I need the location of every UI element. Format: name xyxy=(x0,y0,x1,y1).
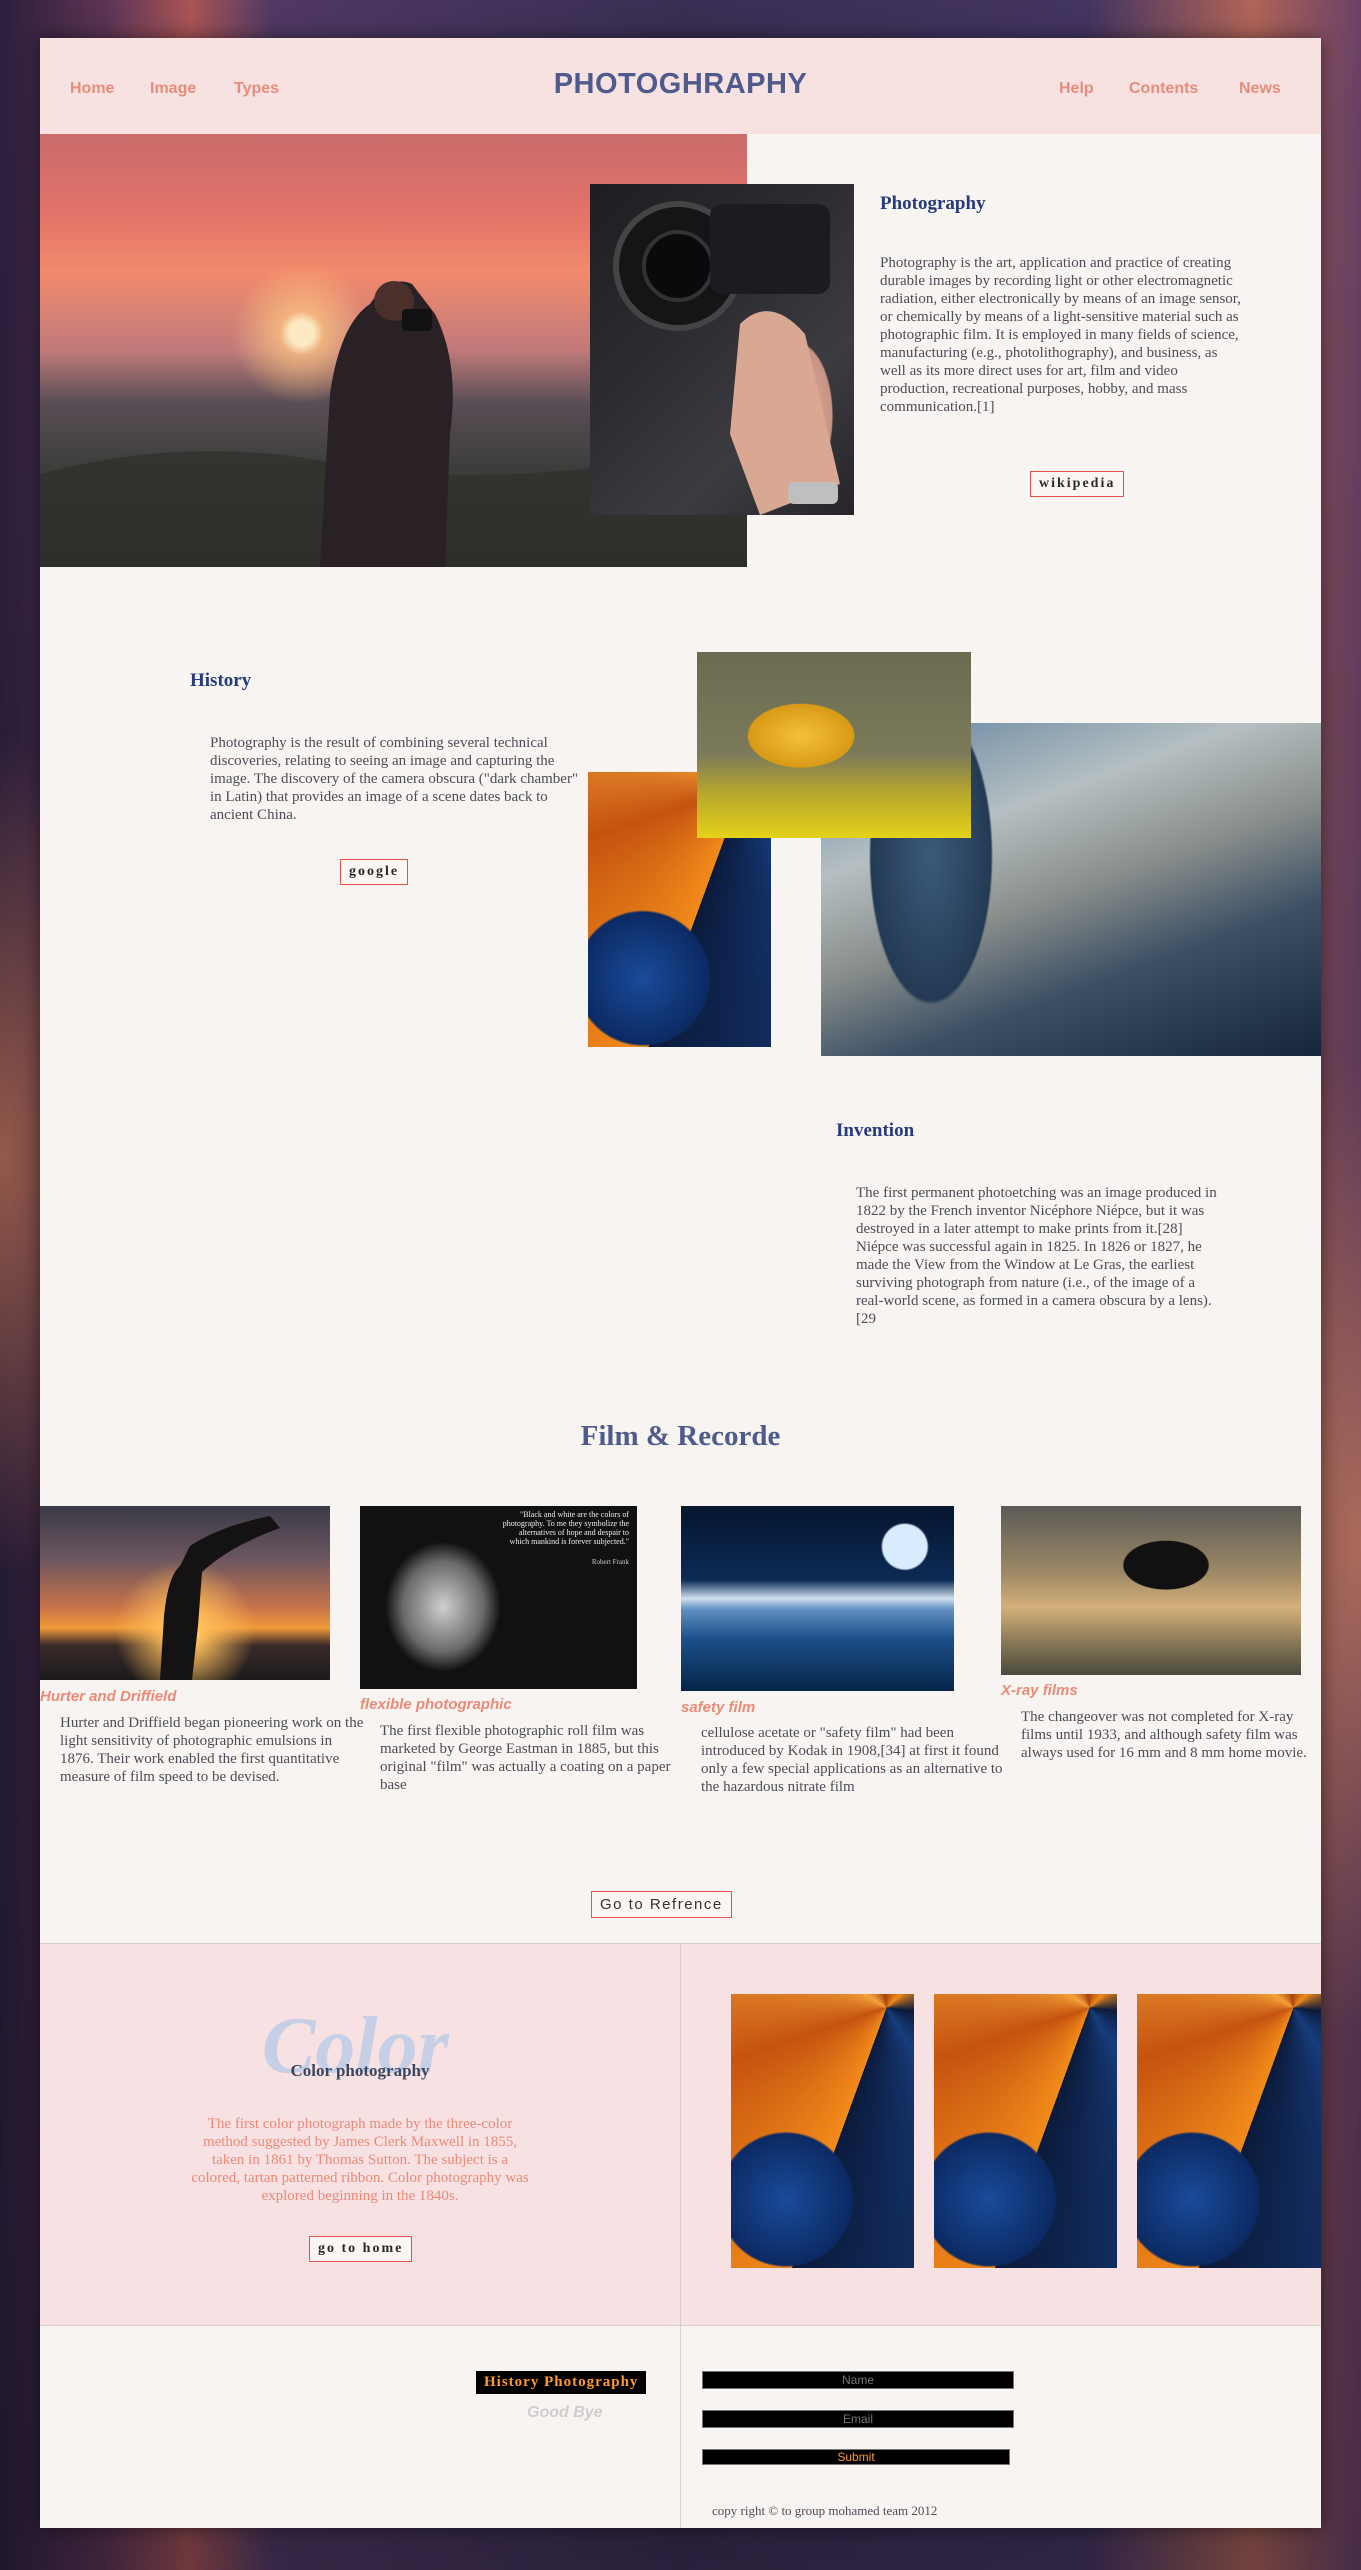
color-image-2 xyxy=(934,1994,1117,2268)
film-card-4-image xyxy=(1001,1506,1301,1675)
film-card-3-title: safety film xyxy=(681,1699,756,1716)
submit-button[interactable]: Submit xyxy=(702,2449,1010,2465)
film-heading: Film & Recorde xyxy=(580,1420,781,1452)
name-field[interactable] xyxy=(702,2371,1014,2389)
bw-quote: "Black and white are the colors of photo… xyxy=(502,1510,629,1546)
film-card-2-image: "Black and white are the colors of photo… xyxy=(360,1506,637,1689)
bw-author: Robert Frank xyxy=(591,1558,629,1566)
divider xyxy=(40,2325,1321,2326)
camera-closeup-image xyxy=(590,184,854,515)
film-card-4-text: The changeover was not completed for X-r… xyxy=(1021,1709,1307,1761)
film-card-3-text: cellulose acetate or "safety film" had b… xyxy=(701,1725,1003,1795)
nav-contents[interactable]: Contents xyxy=(1129,80,1198,98)
umbrella-image xyxy=(697,652,971,838)
color-image-3 xyxy=(1137,1994,1321,2268)
nav-help[interactable]: Help xyxy=(1059,80,1094,98)
history-title: History xyxy=(190,670,252,691)
invention-title: Invention xyxy=(836,1120,915,1141)
history-photography-badge: History Photography xyxy=(476,2371,647,2394)
go-to-home-button[interactable]: go to home xyxy=(309,2236,413,2262)
film-card-1-image xyxy=(40,1506,330,1680)
invention-text: The first permanent photoetching was an … xyxy=(856,1185,1217,1327)
wikipedia-button[interactable]: wikipedia xyxy=(1030,471,1125,497)
history-text: Photography is the result of combining s… xyxy=(210,735,579,823)
color-image-1 xyxy=(731,1994,914,2268)
color-title: Color photography xyxy=(290,2061,430,2080)
photography-title: Photography xyxy=(880,193,986,214)
nav-news[interactable]: News xyxy=(1239,80,1281,98)
film-card-1-title: Hurter and Driffield xyxy=(40,1688,177,1705)
film-card-3-image xyxy=(681,1506,954,1691)
page: Home Image Types PHOTOGHRAPHY Help Conte… xyxy=(40,38,1321,2528)
google-button[interactable]: google xyxy=(340,859,409,885)
goodbye-text: Good Bye xyxy=(527,2404,603,2421)
copyright-text: copy right © to group mohamed team 2012 xyxy=(712,2503,938,2518)
film-card-1-text: Hurter and Driffield began pioneering wo… xyxy=(60,1715,364,1785)
email-field[interactable] xyxy=(702,2410,1014,2428)
film-card-2-title: flexible photographic xyxy=(360,1696,512,1713)
film-card-2-text: The first flexible photographic roll fil… xyxy=(380,1723,671,1793)
go-to-reference-button[interactable]: Go to Refrence xyxy=(591,1891,732,1918)
vertical-divider xyxy=(680,1944,681,2528)
photography-text: Photography is the art, application and … xyxy=(880,255,1241,415)
film-card-4-title: X-ray films xyxy=(1001,1682,1078,1699)
color-text: The first color photograph made by the t… xyxy=(191,2116,529,2204)
